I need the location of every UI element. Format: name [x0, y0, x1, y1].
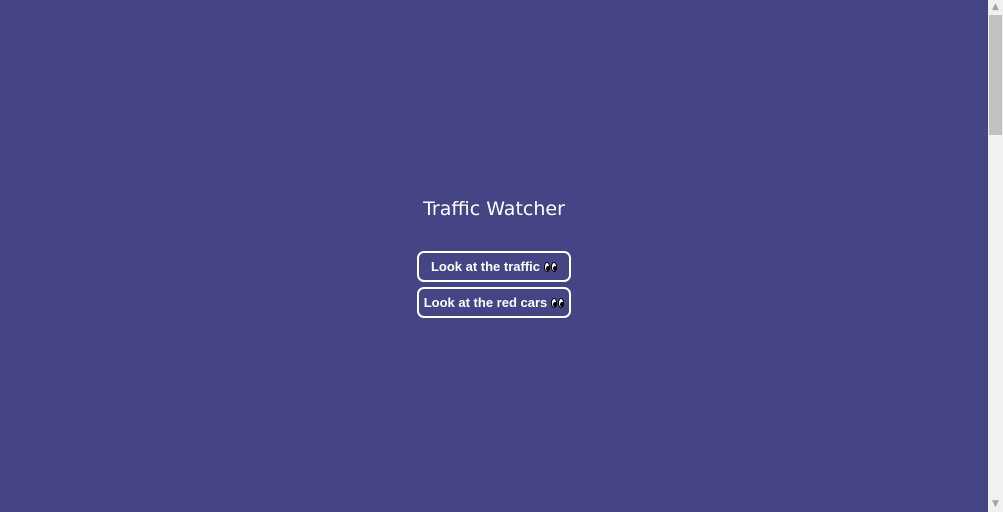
page-title: Traffic Watcher	[423, 198, 565, 220]
scroll-down-icon[interactable]: ▼	[988, 497, 1003, 512]
vertical-scrollbar[interactable]: ▲ ▼	[988, 0, 1003, 512]
look-at-red-cars-label: Look at the red cars	[423, 295, 548, 310]
eyes-icon	[544, 261, 558, 273]
page-background: Traffic Watcher Look at the traffic Look…	[0, 0, 988, 512]
eyes-icon	[551, 297, 565, 309]
look-at-traffic-button[interactable]: Look at the traffic	[417, 251, 571, 282]
look-at-traffic-label: Look at the traffic	[430, 259, 541, 274]
look-at-red-cars-button[interactable]: Look at the red cars	[417, 287, 571, 318]
scrollbar-thumb[interactable]	[989, 15, 1002, 135]
scroll-up-icon[interactable]: ▲	[988, 0, 1003, 15]
